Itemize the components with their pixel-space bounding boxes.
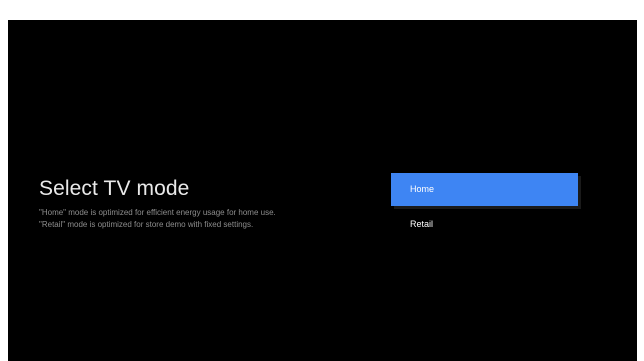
- tv-setup-screen: Select TV mode "Home" mode is optimized …: [8, 20, 637, 361]
- page-title: Select TV mode: [39, 177, 190, 200]
- tv-mode-menu: Home Retail: [391, 173, 583, 241]
- menu-item-home[interactable]: Home: [391, 173, 578, 206]
- screen: Select TV mode "Home" mode is optimized …: [0, 0, 644, 361]
- menu-item-retail[interactable]: Retail: [391, 208, 583, 241]
- description-line-retail: "Retail" mode is optimized for store dem…: [39, 220, 254, 229]
- description-line-home: "Home" mode is optimized for efficient e…: [39, 208, 276, 217]
